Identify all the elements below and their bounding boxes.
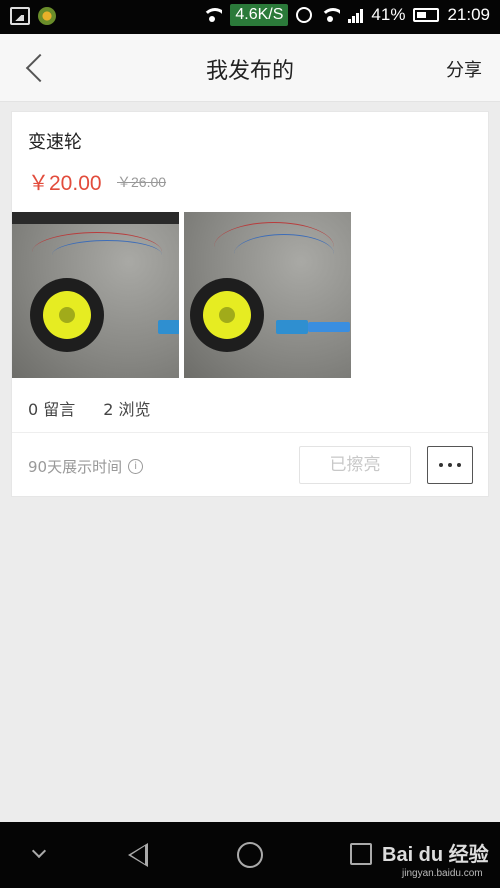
nav-home-icon[interactable] (237, 842, 263, 868)
net-speed: 4.6K/S (230, 4, 289, 26)
display-duration-label: 90天展示时间 (28, 458, 123, 476)
item-stats: 0 留言 2 浏览 (28, 396, 151, 420)
status-bar: 4.6K/S 41% 21:09 (0, 0, 500, 34)
item-price: ￥20.00 (28, 172, 102, 195)
wifi-icon (320, 8, 341, 22)
status-right: 4.6K/S 41% 21:09 (202, 4, 490, 26)
battery-percent: 41% (371, 5, 406, 24)
app-header: 我发布的 分享 (0, 34, 500, 102)
clock: 21:09 (447, 5, 490, 24)
item-photo[interactable] (184, 212, 351, 378)
app-icon (38, 7, 56, 25)
nav-recent-icon[interactable] (350, 843, 372, 865)
status-left (10, 7, 56, 25)
nav-down-icon[interactable] (31, 843, 47, 859)
more-icon[interactable] (427, 446, 473, 484)
image-icon (10, 7, 30, 25)
comment-count: 0 留言 (28, 400, 76, 419)
battery-icon (413, 8, 440, 22)
nav-back-icon[interactable] (128, 843, 148, 867)
item-original-price: ￥26.00 (117, 174, 167, 190)
card-divider (12, 432, 488, 433)
view-count: 2 浏览 (103, 400, 151, 419)
watermark-url: jingyan.baidu.com (402, 868, 483, 879)
polish-button[interactable]: 已擦亮 (299, 446, 411, 484)
item-title: 变速轮 (28, 132, 82, 153)
baidu-watermark: Bai du 经验 (382, 844, 489, 866)
share-button[interactable]: 分享 (446, 56, 482, 82)
display-duration: 90天展示时间 i (28, 456, 144, 477)
info-icon[interactable]: i (128, 459, 144, 474)
wifi-icon (202, 8, 223, 22)
page-title: 我发布的 (205, 59, 294, 84)
item-photo[interactable] (12, 212, 179, 378)
signal-icon (348, 7, 364, 23)
alarm-icon (296, 7, 313, 23)
item-card[interactable]: 变速轮 ￥20.00 ￥26.00 0 留言 2 浏览 90天展示时间 i 已擦… (11, 111, 489, 497)
